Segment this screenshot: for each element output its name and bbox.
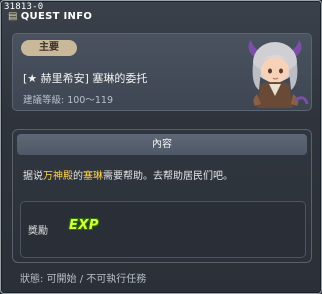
book-icon: ▤ <box>8 11 18 22</box>
description-text: 的 <box>73 171 83 182</box>
quest-status: 狀態: 可開始 / 不可執行任務 <box>20 274 147 285</box>
content-section-title: 內容 <box>17 134 307 155</box>
window-title-label: QUEST INFO <box>20 11 93 22</box>
description-text: 需要帮助。去帮助居民们吧。 <box>103 171 233 182</box>
quest-header-panel: 主要 [★ 赫里希安] 塞琳的委托 建議等級: 100～119 <box>12 33 312 111</box>
description-text: 据说 <box>23 171 43 182</box>
reward-label: 獎勵 <box>28 226 48 237</box>
level-requirement: 建議等級: 100～119 <box>23 95 113 106</box>
npc-portrait <box>248 40 309 108</box>
quest-name: [★ 赫里希安] 塞琳的委托 <box>23 72 148 85</box>
window-title: ▤ QUEST INFO <box>8 11 92 22</box>
npc-link: 塞琳 <box>83 171 103 182</box>
category-badge: 主要 <box>21 40 77 56</box>
quest-description: 据说万神殿的塞琳需要帮助。去帮助居民们吧。 <box>23 167 233 182</box>
location-link: 万神殿 <box>43 171 73 182</box>
quest-content-panel: 內容 据说万神殿的塞琳需要帮助。去帮助居民们吧。 獎勵 EXP <box>12 129 312 263</box>
reward-box: 獎勵 EXP <box>20 201 306 258</box>
exp-icon: EXP <box>69 218 99 233</box>
quest-info-window: 31813-0 ▤ QUEST INFO 主要 [★ 赫里希安] 塞琳的委托 建… <box>0 0 322 294</box>
